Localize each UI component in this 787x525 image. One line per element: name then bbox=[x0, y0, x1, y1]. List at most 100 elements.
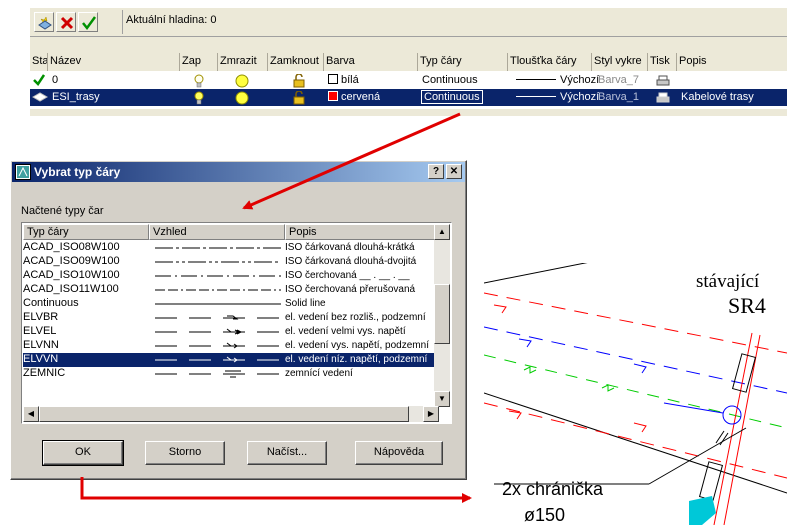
layer-linetype[interactable]: Continuous bbox=[421, 89, 483, 106]
col-linetype[interactable]: Typ čáry bbox=[418, 53, 508, 71]
layer-row[interactable]: 0 bílá Continuous Výchozí Barva_7 bbox=[30, 72, 787, 89]
close-icon[interactable]: ✕ bbox=[446, 164, 462, 179]
delete-layer-button[interactable] bbox=[56, 12, 76, 32]
cad-canvas: stávající SR4 2x chránička ø150 bbox=[484, 263, 787, 525]
layer-plot-style[interactable]: Barva_1 bbox=[598, 89, 639, 106]
scroll-right-icon[interactable]: ▶ bbox=[423, 406, 439, 422]
linetype-row[interactable]: ACAD_ISO10W100 ISO čerchovaná __ . __ . _… bbox=[23, 269, 439, 283]
vertical-scrollbar[interactable]: ▲ ▼ bbox=[434, 224, 450, 407]
linetype-preview bbox=[155, 342, 281, 349]
scroll-up-icon[interactable]: ▲ bbox=[434, 224, 450, 240]
sun-icon[interactable] bbox=[235, 91, 249, 105]
linetype-list[interactable]: Typ čáry Vzhled Popis ACAD_ISO08W100 ISO … bbox=[21, 222, 452, 424]
col-status[interactable]: Sta bbox=[30, 53, 48, 71]
linetype-preview bbox=[155, 261, 281, 263]
scroll-thumb[interactable] bbox=[39, 406, 409, 422]
layer-description[interactable]: Kabelové trasy bbox=[681, 89, 787, 106]
cancel-button[interactable]: Storno bbox=[145, 441, 225, 465]
col-color[interactable]: Barva bbox=[324, 53, 418, 71]
col-lock[interactable]: Zamknout bbox=[268, 53, 324, 71]
dialog-title: Vybrat typ čáry bbox=[34, 165, 121, 179]
help-button[interactable]: Nápověda bbox=[355, 441, 443, 465]
linetype-preview bbox=[155, 247, 281, 249]
linetype-row[interactable]: ZEMNIC zemnící vedení bbox=[23, 367, 439, 381]
load-button[interactable]: Načíst... bbox=[247, 441, 327, 465]
layer-manager: Aktuální hladina: 0 Sta Název Zap Zmrazi… bbox=[30, 8, 787, 116]
layer-color[interactable]: cervená bbox=[328, 89, 380, 106]
app-icon bbox=[15, 164, 31, 180]
label-protector: 2x chránička bbox=[502, 479, 604, 499]
linetype-row[interactable]: ACAD_ISO09W100 ISO čárkovaná dlouhá-dvoji… bbox=[23, 255, 439, 269]
linetype-row[interactable]: ELVEL el. vedení velmi vys. napětí bbox=[23, 325, 439, 339]
lightbulb-icon[interactable] bbox=[194, 91, 204, 105]
linetype-description: el. vedení bez rozliš., podzemní bbox=[285, 312, 426, 323]
cable-symbol bbox=[633, 422, 647, 433]
linetype-row[interactable]: ACAD_ISO08W100 ISO čárkovaná dlouhá-krátk… bbox=[23, 241, 439, 255]
scroll-left-icon[interactable]: ◀ bbox=[23, 406, 39, 422]
delete-icon bbox=[60, 16, 74, 30]
linetype-description: el. vedení velmi vys. napětí bbox=[285, 326, 406, 337]
layer-name: 0 bbox=[52, 74, 59, 86]
col-on[interactable]: Zap bbox=[180, 53, 218, 71]
ok-button[interactable]: OK bbox=[42, 440, 124, 466]
green-cable bbox=[484, 354, 787, 429]
linetype-row-selected[interactable]: ELVVN el. vedení níz. napětí, podzemní bbox=[23, 353, 439, 367]
linetype-name: ZEMNIC bbox=[23, 367, 66, 379]
col-appearance[interactable]: Vzhled bbox=[149, 224, 285, 240]
color-swatch bbox=[328, 91, 338, 101]
sun-icon[interactable] bbox=[235, 74, 249, 88]
linetype-name: Continuous bbox=[23, 297, 79, 309]
col-description[interactable]: Popis bbox=[677, 53, 787, 71]
toolbar-separator bbox=[122, 10, 123, 34]
linetype-description: ISO čerchovaná __ . __ . __ bbox=[285, 270, 410, 281]
new-layer-button[interactable] bbox=[34, 12, 54, 32]
linetype-description: ISO čárkovaná dlouhá-krátká bbox=[285, 242, 415, 253]
set-current-button[interactable] bbox=[78, 12, 98, 32]
color-name: cervená bbox=[341, 91, 381, 103]
linetype-preview bbox=[155, 356, 281, 363]
red-crossing bbox=[713, 332, 753, 525]
col-plot-style[interactable]: Styl vykre bbox=[592, 53, 648, 71]
linetype-name: ELVVN bbox=[23, 353, 59, 365]
lineweight-sample bbox=[516, 79, 556, 80]
cad-drawing[interactable]: stávající SR4 2x chránička ø150 bbox=[484, 263, 787, 525]
linetype-row[interactable]: ELVBR el. vedení bez rozliš., podzemní bbox=[23, 311, 439, 325]
linetype-name: ELVEL bbox=[23, 325, 57, 337]
printer-icon[interactable] bbox=[656, 91, 670, 105]
col-plot[interactable]: Tisk bbox=[648, 53, 677, 71]
printer-icon[interactable] bbox=[656, 74, 670, 88]
help-icon[interactable]: ? bbox=[428, 164, 444, 179]
layer-lineweight[interactable]: Výchozí bbox=[516, 72, 599, 89]
lightbulb-icon[interactable] bbox=[194, 74, 204, 88]
layer-linetype[interactable]: Continuous bbox=[422, 72, 478, 89]
layer-name: ESI_trasy bbox=[52, 91, 100, 103]
divider bbox=[30, 36, 787, 37]
layer-table-header: Sta Název Zap Zmrazit Zamknout Barva Typ… bbox=[30, 53, 787, 71]
padlock-icon[interactable] bbox=[292, 91, 306, 105]
col-lineweight[interactable]: Tloušťka čáry bbox=[508, 53, 592, 71]
linetype-list-header: Typ čáry Vzhled Popis bbox=[23, 224, 439, 240]
padlock-icon[interactable] bbox=[292, 74, 306, 88]
linetype-name: ACAD_ISO09W100 bbox=[23, 255, 120, 267]
linetype-row[interactable]: ACAD_ISO11W100 ISO čerchovaná přerušovaná bbox=[23, 283, 439, 297]
linetype-name: ELVBR bbox=[23, 311, 59, 323]
linetype-row[interactable]: Continuous Solid line bbox=[23, 297, 439, 311]
current-layer-label: Aktuální hladina: 0 bbox=[126, 14, 217, 26]
blue-cable bbox=[484, 326, 787, 394]
layer-color[interactable]: bílá bbox=[328, 72, 359, 89]
loaded-linetypes-label: Načtené typy čar bbox=[21, 205, 104, 217]
col-linetype-name[interactable]: Typ čáry bbox=[23, 224, 149, 240]
layer-lineweight[interactable]: Výchozí bbox=[516, 89, 599, 106]
dialog-titlebar[interactable]: Vybrat typ čáry ? ✕ bbox=[12, 162, 465, 182]
col-name[interactable]: Název bbox=[48, 53, 180, 71]
scroll-down-icon[interactable]: ▼ bbox=[434, 391, 450, 407]
linetype-name: ACAD_ISO10W100 bbox=[23, 269, 120, 281]
col-linetype-description[interactable]: Popis bbox=[285, 224, 439, 240]
layer-plot-style[interactable]: Barva_7 bbox=[598, 72, 639, 89]
horizontal-scrollbar[interactable]: ◀ ▶ bbox=[23, 406, 439, 422]
layer-row-selected[interactable]: ESI_trasy cervená Continuous Výchozí Bar… bbox=[30, 89, 787, 106]
col-freeze[interactable]: Zmrazit bbox=[218, 53, 268, 71]
linetype-row[interactable]: ELVNN el. vedení vys. napětí, podzemní bbox=[23, 339, 439, 353]
scroll-thumb[interactable] bbox=[434, 284, 450, 344]
checkmark-icon bbox=[82, 16, 97, 31]
